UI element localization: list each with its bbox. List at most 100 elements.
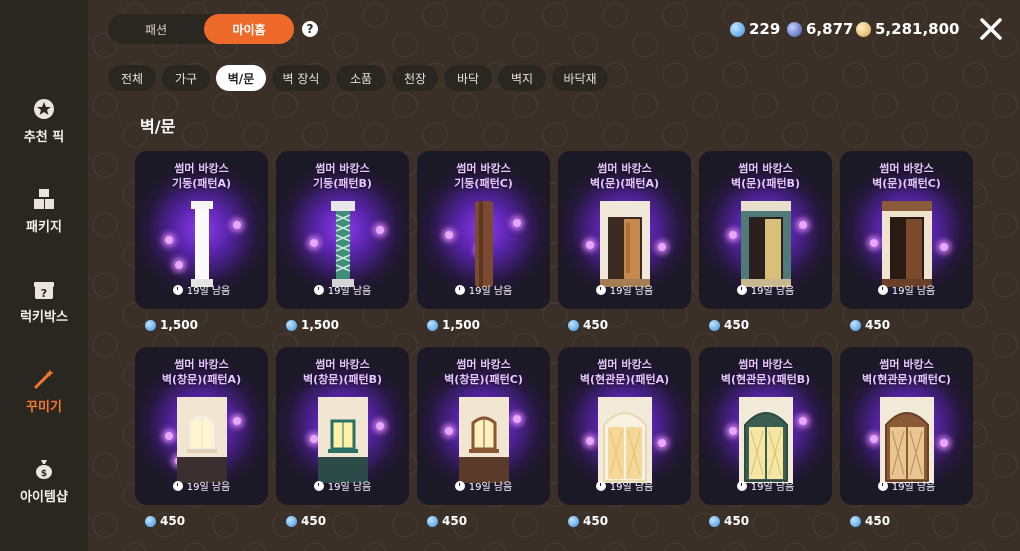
blue-gem-icon [850, 319, 861, 331]
currency-value: 5,281,800 [875, 20, 960, 38]
item-name: 썸머 바캉스 벽(문)(패턴B) [731, 162, 800, 190]
sparkle [586, 241, 594, 249]
clock-icon [172, 480, 183, 491]
time-remaining: 19일 남음 [840, 478, 973, 493]
category-tab-flooring[interactable]: 바닥재 [552, 65, 608, 91]
blue-gem-icon [730, 21, 745, 37]
item-card[interactable]: 썸머 바캉스 벽(문)(패턴A) 19일 남음 [558, 151, 691, 309]
category-tab-ceiling[interactable]: 천장 [392, 65, 438, 91]
sparkle [729, 231, 737, 239]
item-card[interactable]: 썸머 바캉스 벽(문)(패턴C) 19일 남음 [840, 151, 973, 309]
item-image [187, 201, 217, 291]
star-badge-icon [31, 96, 57, 122]
category-tab-furniture[interactable]: 가구 [162, 65, 210, 91]
sparkle [445, 231, 453, 239]
currency-value: 6,877 [806, 20, 854, 38]
item-price: 450 [427, 514, 467, 528]
category-tab-wallpaper[interactable]: 벽지 [498, 65, 546, 91]
sparkle [658, 243, 666, 251]
time-remaining: 19일 남음 [699, 478, 832, 493]
time-remaining: 19일 남음 [558, 478, 691, 493]
sparkle [513, 219, 521, 227]
item-image [317, 397, 368, 487]
sparkle [376, 422, 384, 430]
time-remaining: 19일 남음 [276, 478, 409, 493]
tab-myhome[interactable]: 마이홈 [204, 14, 294, 44]
item-image [328, 201, 358, 291]
boxes-icon [31, 186, 57, 212]
money-bag-icon: $ [31, 456, 57, 482]
blue-gem-icon [286, 319, 297, 331]
sidebar-item-decorate[interactable]: 꾸미기 [0, 355, 88, 425]
close-icon [980, 18, 1002, 40]
item-price: 1,500 [286, 318, 339, 332]
item-card[interactable]: 썸머 바캉스 기둥(패턴A) 19일 남음 [135, 151, 268, 309]
blue-gem-icon [850, 515, 861, 527]
sparkle [870, 239, 878, 247]
category-tab-wall-decor[interactable]: 벽 장식 [272, 65, 330, 91]
item-card[interactable]: 썸머 바캉스 벽(현관문)(패턴B) 19일 남음 [699, 347, 832, 505]
time-remaining: 19일 남음 [417, 282, 550, 297]
sidebar-item-package[interactable]: 패키지 [0, 175, 88, 245]
item-image [881, 201, 932, 291]
item-image [740, 201, 791, 291]
item-card[interactable]: 썸머 바캉스 기둥(패턴C) 19일 남음 [417, 151, 550, 309]
item-price: 450 [568, 318, 608, 332]
clock-icon [877, 480, 888, 491]
item-card[interactable]: 썸머 바캉스 벽(창문)(패턴C) 19일 남음 [417, 347, 550, 505]
item-card[interactable]: 썸머 바캉스 벽(문)(패턴B) 19일 남음 [699, 151, 832, 309]
item-card[interactable]: 썸머 바캉스 벽(현관문)(패턴A) 19일 남음 [558, 347, 691, 505]
sparkle [658, 439, 666, 447]
category-tab-all[interactable]: 전체 [108, 65, 156, 91]
currency-value: 229 [749, 20, 781, 38]
sparkle [799, 417, 807, 425]
item-price: 1,500 [427, 318, 480, 332]
sidebar: 추천 픽 패키지 ? 럭키박스 꾸미기 $ 아이템샵 [0, 0, 88, 551]
close-button[interactable] [976, 14, 1006, 44]
item-name: 썸머 바캉스 벽(현관문)(패턴A) [579, 358, 670, 386]
item-card[interactable]: 썸머 바캉스 벽(창문)(패턴A) 19일 남음 [135, 347, 268, 505]
item-name: 썸머 바캉스 벽(창문)(패턴C) [444, 358, 523, 386]
item-price: 1,500 [145, 318, 198, 332]
clock-icon [454, 480, 465, 491]
blue-gem-icon [709, 515, 720, 527]
sidebar-item-label: 꾸미기 [26, 399, 62, 415]
currency-blue-gem: 229 [730, 18, 780, 40]
sparkle [310, 239, 318, 247]
time-remaining: 19일 남음 [699, 282, 832, 297]
blue-gem-icon [427, 515, 438, 527]
item-price: 450 [850, 318, 890, 332]
category-tab-wall-door[interactable]: 벽/문 [216, 65, 266, 91]
sparkle [729, 427, 737, 435]
blue-gem-icon [145, 319, 156, 331]
help-icon[interactable]: ? [302, 21, 318, 37]
sidebar-item-luckybox[interactable]: ? 럭키박스 [0, 265, 88, 335]
item-name: 썸머 바캉스 벽(창문)(패턴B) [302, 358, 383, 386]
item-card[interactable]: 썸머 바캉스 기둥(패턴B) 19일 남음 [276, 151, 409, 309]
sidebar-item-itemshop[interactable]: $ 아이템샵 [0, 445, 88, 515]
item-name: 썸머 바캉스 벽(문)(패턴C) [872, 162, 941, 190]
sidebar-item-recommended[interactable]: 추천 픽 [0, 85, 88, 155]
item-name: 썸머 바캉스 벽(현관문)(패턴C) [862, 358, 951, 386]
clock-icon [877, 284, 888, 295]
item-card[interactable]: 썸머 바캉스 벽(창문)(패턴B) 19일 남음 [276, 347, 409, 505]
clock-icon [736, 480, 747, 491]
tab-fashion[interactable]: 패션 [108, 14, 204, 44]
category-tab-props[interactable]: 소품 [336, 65, 386, 91]
sparkle [165, 432, 173, 440]
time-remaining: 19일 남음 [840, 282, 973, 297]
time-remaining: 19일 남음 [135, 478, 268, 493]
magic-wand-icon [31, 366, 57, 392]
time-remaining: 19일 남음 [417, 478, 550, 493]
sidebar-item-label: 럭키박스 [20, 309, 68, 325]
sparkle [940, 243, 948, 251]
category-tab-floor[interactable]: 바닥 [444, 65, 492, 91]
time-remaining: 19일 남음 [558, 282, 691, 297]
blue-gem-icon [709, 319, 720, 331]
item-name: 썸머 바캉스 벽(문)(패턴A) [589, 162, 660, 190]
item-price: 450 [709, 514, 749, 528]
gold-coin-icon [856, 21, 871, 37]
item-card[interactable]: 썸머 바캉스 벽(현관문)(패턴C) 19일 남음 [840, 347, 973, 505]
item-name: 썸머 바캉스 벽(현관문)(패턴B) [720, 358, 811, 386]
sparkle [870, 435, 878, 443]
